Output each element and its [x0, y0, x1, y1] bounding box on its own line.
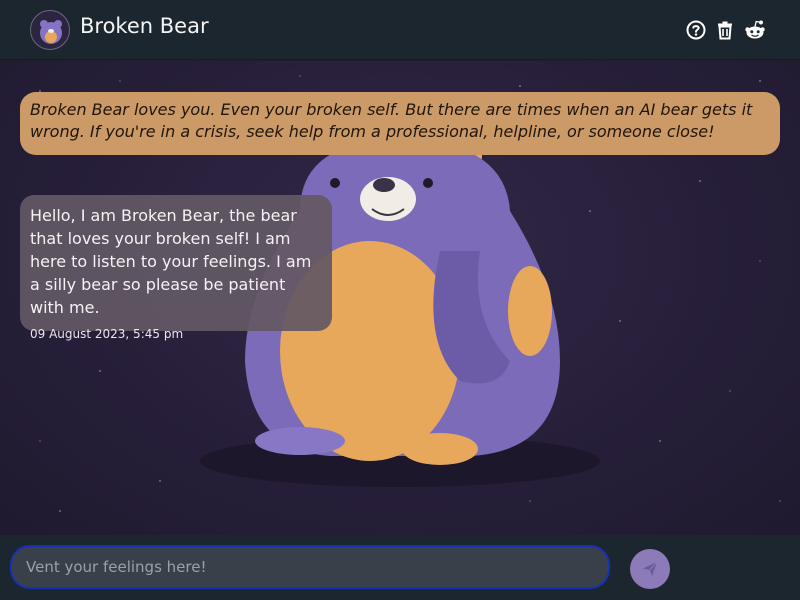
disclaimer-banner: Broken Bear loves you. Even your broken … — [20, 92, 780, 155]
app-title: Broken Bear — [80, 14, 209, 38]
bot-message: Hello, I am Broken Bear, the bear that l… — [20, 195, 332, 341]
app-header: Broken Bear — [0, 0, 800, 60]
send-icon — [643, 561, 658, 576]
trash-icon[interactable] — [714, 19, 736, 41]
message-timestamp: 09 August 2023, 5:45 pm — [30, 327, 184, 341]
reddit-icon[interactable] — [744, 19, 766, 41]
app-logo — [30, 10, 70, 50]
send-button[interactable] — [630, 549, 670, 589]
help-icon[interactable] — [685, 19, 707, 41]
message-text: Hello, I am Broken Bear, the bear that l… — [30, 206, 312, 317]
composer-bar — [0, 535, 800, 600]
message-input[interactable] — [10, 545, 610, 589]
